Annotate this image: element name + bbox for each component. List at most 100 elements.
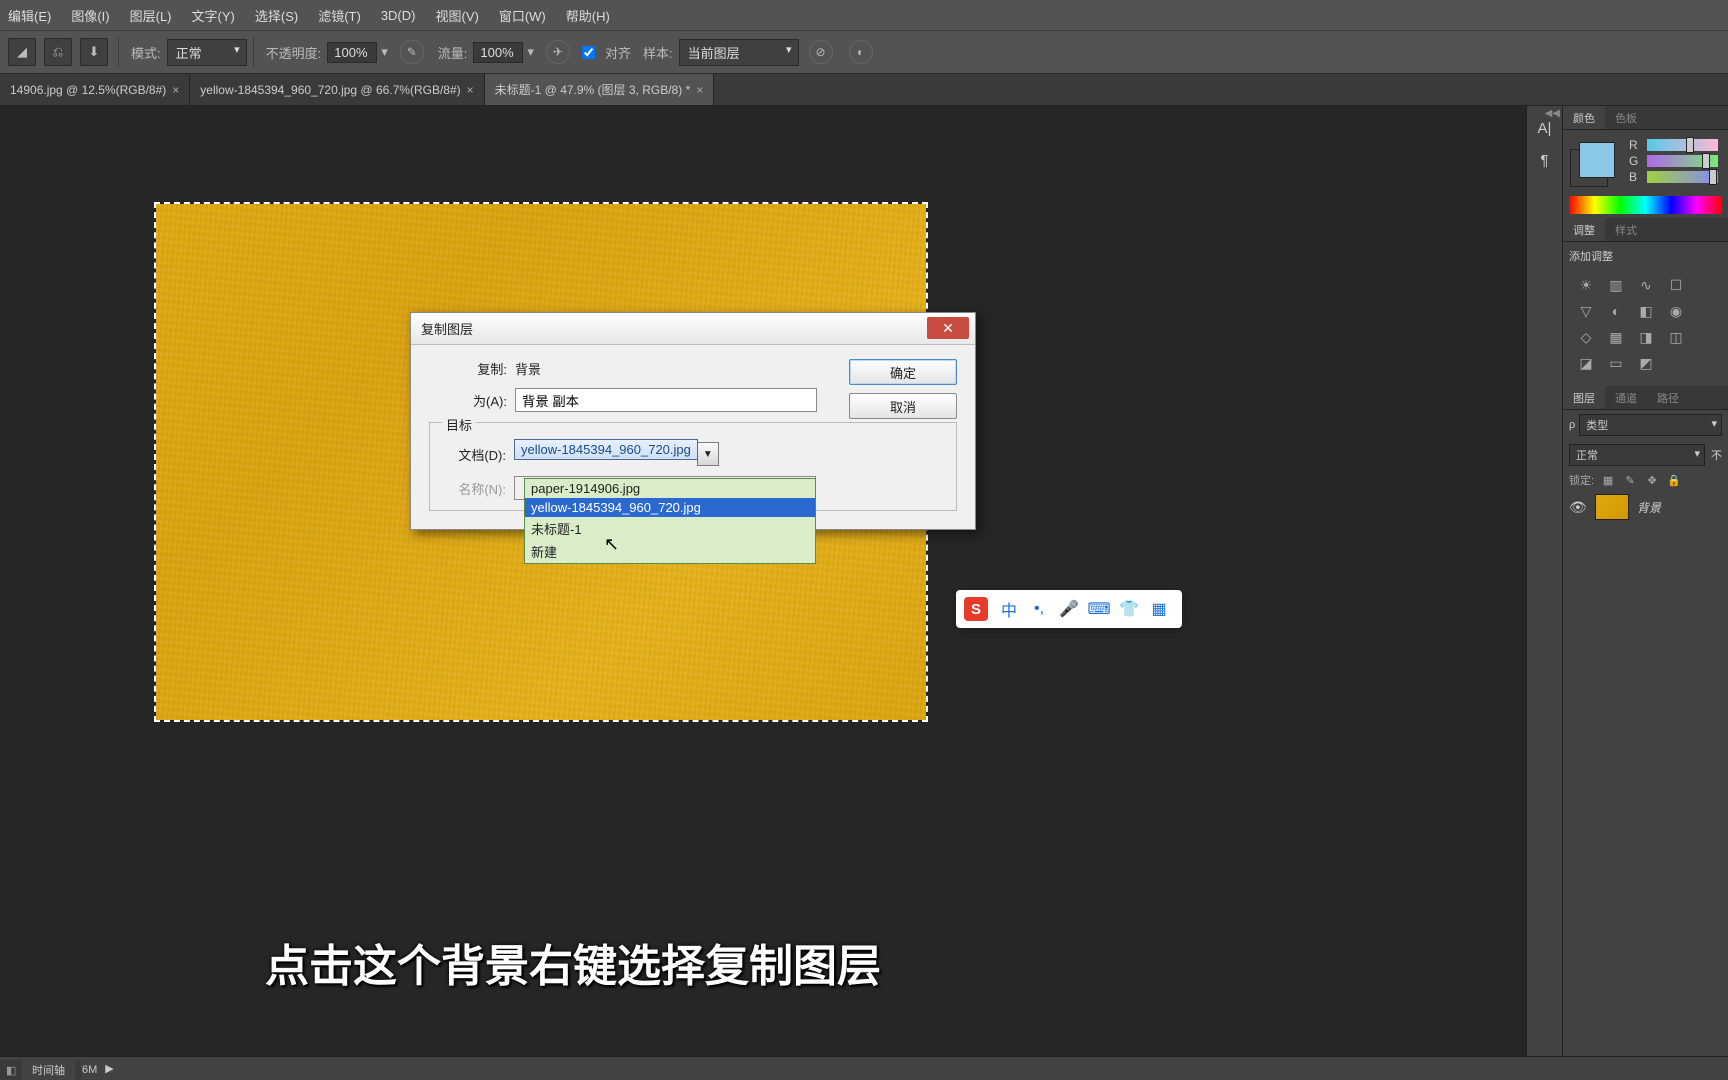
doc-dropdown-button[interactable]: ▼ bbox=[697, 442, 719, 466]
b-slider[interactable] bbox=[1647, 171, 1718, 183]
clone-tool-icon[interactable]: ⎌ bbox=[44, 38, 72, 66]
collapse-icon[interactable]: ◀◀ bbox=[1545, 108, 1560, 119]
close-tab-icon[interactable]: × bbox=[467, 83, 474, 97]
brush-preset-icon[interactable]: ⬇ bbox=[80, 38, 108, 66]
visibility-icon[interactable]: 👁 bbox=[1569, 499, 1587, 516]
ime-toolbar[interactable]: S 中 •, 🎤 ⌨ 👕 ▦ bbox=[956, 590, 1182, 628]
layer-thumbnail[interactable] bbox=[1595, 494, 1629, 520]
vibrance-icon[interactable]: ▽ bbox=[1573, 300, 1599, 322]
status-bar: 文档:1.76M/1.76M ▶ bbox=[0, 1056, 1728, 1080]
ime-voice-icon[interactable]: 🎤 bbox=[1056, 596, 1082, 622]
lock-all-icon[interactable]: 🔒 bbox=[1666, 474, 1682, 487]
curves-icon[interactable]: ∿ bbox=[1633, 274, 1659, 296]
dialog-title: 复制图层 bbox=[421, 319, 473, 338]
sogou-logo-icon[interactable]: S bbox=[964, 597, 988, 621]
channels-tab[interactable]: 通道 bbox=[1605, 386, 1647, 409]
ime-keyboard-icon[interactable]: ⌨ bbox=[1086, 596, 1112, 622]
canvas-area[interactable]: 复制图层 ✕ 确定 取消 复制: 背景 为(A): 目标 bbox=[0, 106, 1526, 1056]
flow-value[interactable]: 100% bbox=[473, 42, 523, 63]
levels-icon[interactable]: ▥ bbox=[1603, 274, 1629, 296]
bw-icon[interactable]: ◧ bbox=[1633, 300, 1659, 322]
doc-select[interactable]: yellow-1845394_960_720.jpg bbox=[514, 439, 698, 460]
menu-3d[interactable]: 3D(D) bbox=[381, 8, 416, 23]
exposure-icon[interactable]: ☐ bbox=[1663, 274, 1689, 296]
paragraph-panel-icon[interactable]: ¶ bbox=[1533, 148, 1557, 172]
dd-option-2[interactable]: 未标题-1 bbox=[525, 517, 815, 540]
doc-tab-1[interactable]: yellow-1845394_960_720.jpg @ 66.7%(RGB/8… bbox=[190, 74, 484, 105]
invert-icon[interactable]: ◨ bbox=[1633, 326, 1659, 348]
doc-tab-2[interactable]: 未标题-1 @ 47.9% (图层 3, RGB/8) *× bbox=[485, 74, 715, 105]
hue-icon[interactable]: ◐ bbox=[1603, 300, 1629, 322]
name-label: 名称(N): bbox=[442, 479, 514, 498]
styles-tab[interactable]: 样式 bbox=[1605, 218, 1647, 241]
options-bar: ◢ ⎌ ⬇ 模式: 正常 不透明度: 100% ▾ ✎ 流量: 100% ▾ ✈… bbox=[0, 30, 1728, 74]
as-input[interactable] bbox=[515, 388, 817, 412]
posterize-icon[interactable]: ◫ bbox=[1663, 326, 1689, 348]
ime-lang-icon[interactable]: 中 bbox=[996, 596, 1022, 622]
close-tab-icon[interactable]: × bbox=[172, 83, 179, 97]
opacity-value[interactable]: 100% bbox=[327, 42, 377, 63]
menu-help[interactable]: 帮助(H) bbox=[566, 6, 610, 25]
selective-color-icon[interactable]: ◩ bbox=[1633, 352, 1659, 374]
blend-mode-dropdown[interactable]: 正常 bbox=[1569, 444, 1705, 466]
mode-dropdown[interactable]: 正常 bbox=[167, 39, 247, 66]
sample-dropdown[interactable]: 当前图层 bbox=[679, 39, 799, 66]
align-label: 对齐 bbox=[605, 43, 631, 62]
lock-paint-icon[interactable]: ✎ bbox=[1622, 474, 1638, 487]
lock-pixels-icon[interactable]: ▦ bbox=[1600, 474, 1616, 487]
foreground-color-swatch[interactable] bbox=[1579, 142, 1615, 178]
menu-type[interactable]: 文字(Y) bbox=[192, 6, 235, 25]
ok-button[interactable]: 确定 bbox=[849, 359, 957, 385]
swatch-tab[interactable]: 色板 bbox=[1605, 106, 1647, 129]
ime-skin-icon[interactable]: 👕 bbox=[1116, 596, 1142, 622]
channel-mixer-icon[interactable]: ◇ bbox=[1573, 326, 1599, 348]
cancel-button[interactable]: 取消 bbox=[849, 393, 957, 419]
right-panels: 颜色 色板 R G B 调整 样式 添加调整 ☀ ▥ ∿ ☐ ▽ ◐ bbox=[1562, 106, 1728, 1056]
lookup-icon[interactable]: ▦ bbox=[1603, 326, 1629, 348]
layer-filter-dropdown[interactable]: 类型 bbox=[1579, 414, 1722, 436]
menu-window[interactable]: 窗口(W) bbox=[499, 6, 546, 25]
tool-preset-icon[interactable]: ◢ bbox=[8, 38, 36, 66]
gradient-map-icon[interactable]: ▭ bbox=[1603, 352, 1629, 374]
paths-tab[interactable]: 路径 bbox=[1647, 386, 1689, 409]
dd-option-0[interactable]: paper-1914906.jpg bbox=[525, 479, 815, 498]
layers-tab[interactable]: 图层 bbox=[1563, 386, 1605, 409]
color-tab[interactable]: 颜色 bbox=[1563, 106, 1605, 129]
photo-filter-icon[interactable]: ◉ bbox=[1663, 300, 1689, 322]
menu-select[interactable]: 选择(S) bbox=[255, 6, 298, 25]
opacity-short-label: 不 bbox=[1711, 447, 1722, 463]
tablet-opacity-icon[interactable]: ✎ bbox=[400, 40, 424, 64]
adjust-tab[interactable]: 调整 bbox=[1563, 218, 1605, 241]
lock-position-icon[interactable]: ✥ bbox=[1644, 474, 1660, 487]
character-panel-icon[interactable]: A| bbox=[1533, 116, 1557, 140]
doc-dropdown-list[interactable]: paper-1914906.jpg yellow-1845394_960_720… bbox=[524, 478, 816, 564]
threshold-icon[interactable]: ◪ bbox=[1573, 352, 1599, 374]
dd-option-1[interactable]: yellow-1845394_960_720.jpg bbox=[525, 498, 815, 517]
dialog-titlebar[interactable]: 复制图层 ✕ bbox=[411, 313, 975, 345]
close-button[interactable]: ✕ bbox=[927, 317, 969, 339]
ime-punct-icon[interactable]: •, bbox=[1026, 596, 1052, 622]
timeline-tab[interactable]: 时间轴 bbox=[22, 1060, 75, 1080]
doc-label: 文档(D): bbox=[442, 445, 514, 464]
layer-name[interactable]: 背景 bbox=[1637, 499, 1722, 516]
airbrush-icon[interactable]: ✈ bbox=[546, 40, 570, 64]
color-spectrum[interactable] bbox=[1569, 196, 1722, 214]
menu-layer[interactable]: 图层(L) bbox=[130, 6, 172, 25]
g-slider[interactable] bbox=[1647, 155, 1718, 167]
close-tab-icon[interactable]: × bbox=[696, 83, 703, 97]
layer-row-bg[interactable]: 👁 背景 bbox=[1563, 490, 1728, 524]
menu-edit[interactable]: 编辑(E) bbox=[8, 6, 51, 25]
menu-image[interactable]: 图像(I) bbox=[71, 6, 109, 25]
r-slider[interactable] bbox=[1647, 139, 1718, 151]
align-checkbox[interactable] bbox=[582, 46, 595, 59]
tablet-size-icon[interactable]: ◐ bbox=[849, 40, 873, 64]
status-menu-icon[interactable]: ▶ bbox=[105, 1062, 113, 1075]
doc-tab-0[interactable]: 14906.jpg @ 12.5%(RGB/8#)× bbox=[0, 74, 190, 105]
menu-view[interactable]: 视图(V) bbox=[435, 6, 478, 25]
brightness-icon[interactable]: ☀ bbox=[1573, 274, 1599, 296]
menu-filter[interactable]: 滤镜(T) bbox=[318, 6, 361, 25]
g-label: G bbox=[1629, 154, 1643, 168]
ime-menu-icon[interactable]: ▦ bbox=[1146, 596, 1172, 622]
ignore-adj-icon[interactable]: ⊘ bbox=[809, 40, 833, 64]
dd-option-3[interactable]: 新建 bbox=[525, 540, 815, 563]
